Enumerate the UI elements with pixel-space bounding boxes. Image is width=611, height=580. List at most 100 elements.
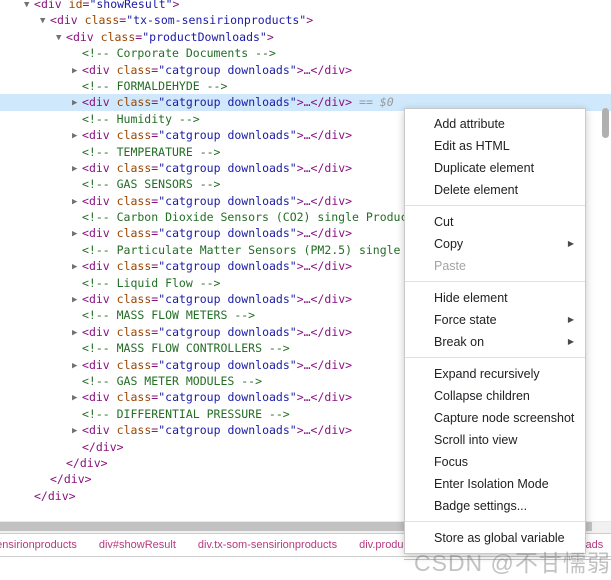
dom-attribute-name[interactable]: class [117,325,152,339]
dom-attribute-value[interactable]: "catgroup downloads" [158,259,296,273]
dom-attribute-value[interactable]: "catgroup downloads" [158,325,296,339]
breadcrumb-item[interactable]: div.tx-som-sensirionproducts [187,539,348,551]
dom-node-row[interactable]: <!-- FORMALDEHYDE --> [0,78,611,94]
menu-item-label: Enter Isolation Mode [434,477,549,491]
menu-item-edit-as-html[interactable]: Edit as HTML [405,135,585,157]
menu-item-enter-isolation-mode[interactable]: Enter Isolation Mode [405,473,585,495]
expand-triangle-right-icon[interactable] [72,390,82,405]
dom-tag-close-bracket: >…</div> [296,423,353,438]
dom-attribute-name[interactable]: class [117,226,152,240]
menu-item-focus[interactable]: Focus [405,451,585,473]
menu-item-badge-settings[interactable]: Badge settings... [405,495,585,517]
dom-tag-name: div [88,62,110,77]
dom-comment: <!-- MASS FLOW CONTROLLERS --> [82,341,290,356]
dom-attribute-value[interactable]: "catgroup downloads" [158,128,296,142]
menu-item-copy[interactable]: Copy ▶ [405,233,585,255]
expand-triangle-right-icon[interactable] [72,194,82,209]
menu-item-label: Copy [434,237,464,251]
menu-item-expand-recursively[interactable]: Expand recursively [405,363,585,385]
dom-attribute-name[interactable]: class [117,358,152,372]
expand-triangle-right-icon[interactable] [72,423,82,438]
dom-attribute-value[interactable]: "catgroup downloads" [158,226,296,240]
expand-triangle-right-icon[interactable] [72,95,82,110]
dom-attribute-name[interactable]: class [117,390,152,404]
menu-item-break-on[interactable]: Break on ▶ [405,331,585,353]
menu-item-duplicate-element[interactable]: Duplicate element [405,157,585,179]
menu-item-store-as-global-variable[interactable]: Store as global variable [405,527,585,549]
expand-triangle-right-icon[interactable] [72,128,82,143]
expand-triangle-right-icon[interactable] [72,161,82,176]
dom-attribute-name[interactable]: class [85,13,120,27]
dom-tag-open-bracket: < [82,292,89,307]
dom-attribute-name[interactable]: class [117,63,152,77]
dom-node-row[interactable]: <div class="productDownloads"> [0,29,611,45]
menu-item-add-attribute[interactable]: Add attribute [405,113,585,135]
breadcrumb-item[interactable]: div#showResult [88,539,187,551]
dom-node-row[interactable]: <div class="catgroup downloads">…</div> [0,62,611,78]
dom-attribute-value[interactable]: "productDownloads" [142,30,267,44]
dom-tree-scrollbar-thumb[interactable] [602,108,609,138]
menu-item-force-state[interactable]: Force state ▶ [405,309,585,331]
dom-tag-name: div [88,259,110,274]
dom-attribute-name[interactable]: class [117,95,152,109]
expand-triangle-right-icon[interactable] [72,358,82,373]
dom-attribute-value[interactable]: "tx-som-sensirionproducts" [126,13,306,27]
dom-node-context-menu[interactable]: Add attribute Edit as HTML Duplicate eleme… [404,108,586,554]
dom-tag-close-bracket: > [172,0,180,11]
dom-attribute-value[interactable]: "catgroup downloads" [158,423,296,437]
dom-attribute-value[interactable]: "catgroup downloads" [158,161,296,175]
menu-item-scroll-into-view[interactable]: Scroll into view [405,429,585,451]
dom-tag-open-bracket: < [82,390,89,405]
dom-attribute-name[interactable]: id [69,0,83,11]
dom-comment: <!-- MASS FLOW METERS --> [82,308,256,323]
menu-item-capture-node-screenshot[interactable]: Capture node screenshot [405,407,585,429]
dom-node-row[interactable]: <div id="showResult"> [0,0,611,12]
breadcrumb-item[interactable]: tx-som-sensirionproducts [0,539,88,551]
expand-triangle-right-icon[interactable] [72,63,82,78]
expand-triangle-right-icon[interactable] [72,325,82,340]
dom-attribute-name[interactable]: class [117,128,152,142]
menu-item-delete-element[interactable]: Delete element [405,179,585,201]
menu-item-hide-element[interactable]: Hide element [405,287,585,309]
dom-tag-open-bracket: < [82,62,89,77]
dom-comment: <!-- DIFFERENTIAL PRESSURE --> [82,406,290,421]
menu-separator [405,281,585,282]
menu-item-label: Duplicate element [434,161,535,175]
dom-node-row[interactable]: <!-- Corporate Documents --> [0,45,611,61]
dom-attribute-name[interactable]: class [117,292,152,306]
devtools-elements-panel: <div id="showResult"><div class="tx-som-… [0,0,611,580]
dom-attribute-value[interactable]: "catgroup downloads" [158,292,296,306]
dom-tree-vertical-scrollbar[interactable] [600,0,611,525]
dom-tag-name: div [88,128,110,143]
dom-tag-name: div [88,193,110,208]
expand-triangle-right-icon[interactable] [72,292,82,307]
dom-attribute-value[interactable]: "catgroup downloads" [158,390,296,404]
expand-triangle-right-icon[interactable] [72,259,82,274]
watermark-rule [404,559,611,560]
dom-tag-name: div [88,423,110,438]
dom-tag-name: div [88,160,110,175]
menu-item-collapse-children[interactable]: Collapse children [405,385,585,407]
menu-item-cut[interactable]: Cut [405,211,585,233]
dom-attribute-value[interactable]: "showResult" [89,0,172,11]
dom-attribute-value[interactable]: "catgroup downloads" [158,63,296,77]
dom-attribute-value[interactable]: "catgroup downloads" [158,358,296,372]
menu-separator [405,357,585,358]
dom-attribute-name[interactable]: class [117,161,152,175]
expand-triangle-down-icon[interactable] [56,30,66,45]
dom-attribute-value[interactable]: "catgroup downloads" [158,95,296,109]
dom-attribute-name[interactable]: class [117,194,152,208]
dom-tag-open-bracket: < [82,423,89,438]
expand-triangle-right-icon[interactable] [72,226,82,241]
dom-tag-close-bracket: >…</div> [296,160,353,175]
menu-item-label: Collapse children [434,389,530,403]
dom-attribute-name[interactable]: class [117,259,152,273]
dom-attribute-name[interactable]: class [117,423,152,437]
dom-attribute-name[interactable]: class [101,30,136,44]
menu-item-label: Cut [434,215,454,229]
expand-triangle-down-icon[interactable] [24,0,34,12]
expand-triangle-down-icon[interactable] [40,13,50,28]
dom-comment: <!-- GAS SENSORS --> [82,177,221,192]
dom-attribute-value[interactable]: "catgroup downloads" [158,194,296,208]
dom-node-row[interactable]: <div class="tx-som-sensirionproducts"> [0,12,611,28]
